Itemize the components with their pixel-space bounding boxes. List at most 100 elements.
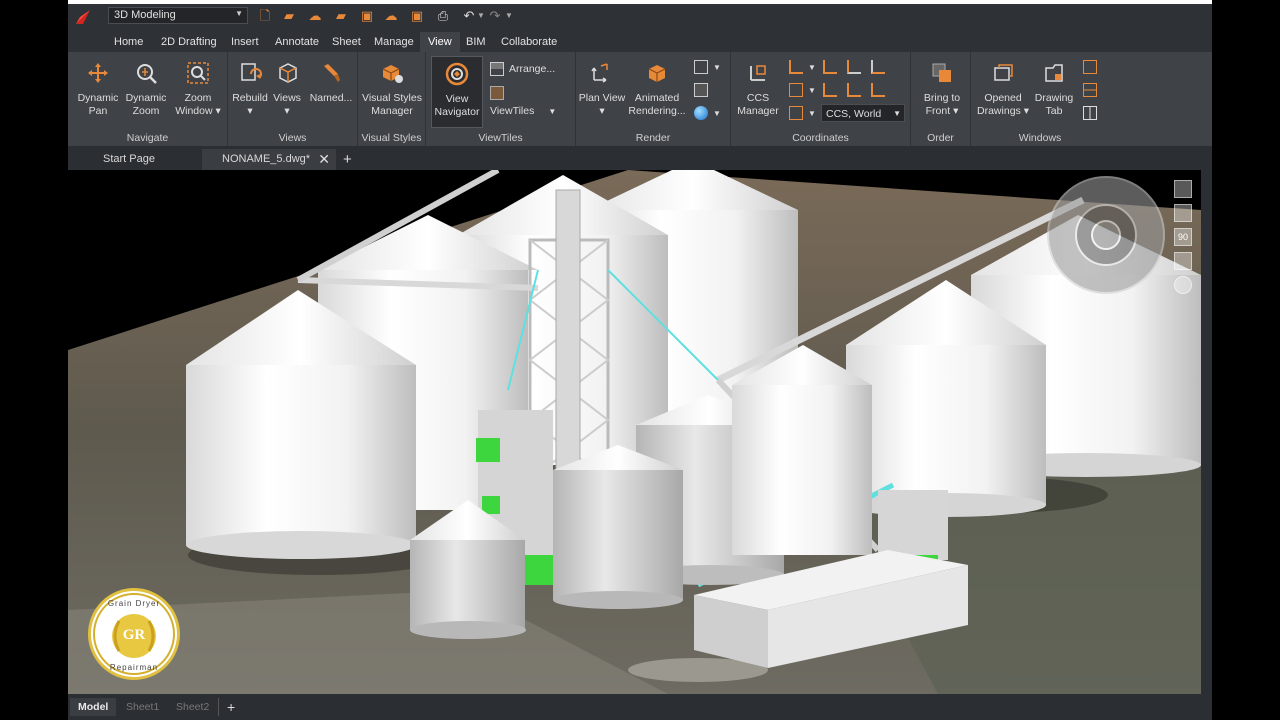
tab-collaborate[interactable]: Collaborate: [493, 32, 565, 52]
close-icon[interactable]: ✕: [318, 149, 330, 170]
dynamic-pan-button[interactable]: Dynamic Pan: [76, 60, 120, 118]
views-button[interactable]: Views ▾: [270, 60, 304, 118]
view-navigator-button[interactable]: View Navigator: [431, 56, 483, 128]
chevron-down-icon: ▼: [713, 109, 721, 118]
drawing-tab-noname5[interactable]: NONAME_5.dwg* ✕: [202, 149, 336, 170]
tab-sheet[interactable]: Sheet: [324, 32, 369, 52]
sun-properties-button[interactable]: ▼: [694, 104, 721, 122]
ccs-y-button[interactable]: [847, 58, 866, 76]
navigation-wheel[interactable]: [1047, 176, 1165, 294]
opened-drawings-icon: [994, 64, 1013, 81]
rebuild-button[interactable]: Rebuild ▾: [232, 60, 268, 118]
chevron-down-icon: ▼: [893, 109, 901, 118]
ucs-z-icon: [871, 60, 885, 75]
tab-view[interactable]: View: [420, 32, 460, 52]
tab-annotate[interactable]: Annotate: [267, 32, 327, 52]
ccs-origin-button[interactable]: ▼: [789, 58, 816, 76]
opened-drawings-button[interactable]: Opened Drawings ▾: [977, 60, 1029, 118]
render-options-button[interactable]: ▼: [694, 58, 721, 76]
drawing-viewport[interactable]: 90 Grain Dryer GR Repairman: [68, 170, 1201, 694]
start-page-tab[interactable]: Start Page: [83, 149, 201, 170]
viewtiles-label: ViewTiles: [490, 105, 535, 117]
views-panel-title: Views: [278, 132, 307, 144]
visual-styles-panel-title: Visual Styles: [361, 132, 422, 144]
cascade-icon: [1083, 60, 1097, 75]
zoom-window-button[interactable]: Zoom Window ▾: [172, 60, 224, 118]
cube-render-icon: [694, 60, 708, 75]
ccs-previous-button[interactable]: ▼: [789, 104, 816, 122]
windows-panel-title: Windows: [1018, 132, 1062, 144]
ccs-manager-button[interactable]: CCS Manager: [735, 60, 781, 118]
tab-model[interactable]: Model: [70, 698, 117, 716]
vertical-scrollbar[interactable]: [1201, 170, 1212, 694]
tile-vertical-button[interactable]: [1083, 104, 1102, 122]
globe-icon: [694, 106, 708, 121]
ccs-face-button[interactable]: [847, 81, 866, 99]
ucs-object-icon: [871, 83, 885, 98]
tab-2d-drafting[interactable]: 2D Drafting: [153, 32, 225, 52]
tab-sheet1[interactable]: Sheet1: [118, 698, 167, 716]
save-as-icon[interactable]: ▣: [408, 7, 426, 25]
ucs-3point-icon: [823, 83, 837, 98]
views-label: Views: [273, 92, 301, 104]
watermark-bottom-text: Repairman: [109, 663, 159, 672]
chevron-down-icon: ▼: [808, 109, 816, 118]
animated-rendering-button[interactable]: Animated Rendering...: [628, 60, 686, 118]
add-layout-icon[interactable]: +: [218, 698, 243, 716]
dynamic-zoom-label: Dynamic Zoom: [125, 92, 167, 117]
view-navigator-icon: [445, 62, 469, 86]
plan-view-button[interactable]: Plan View ▾: [578, 60, 626, 118]
view-cube-face-icon[interactable]: [1174, 204, 1192, 222]
materials-button[interactable]: [694, 81, 713, 99]
visual-styles-icon: [382, 65, 403, 83]
visual-styles-manager-button[interactable]: Visual Styles Manager: [360, 60, 424, 118]
tab-insert[interactable]: Insert: [223, 32, 267, 52]
watermark-top-text: Grain Dryer: [107, 599, 161, 608]
ccs-z-button[interactable]: [871, 58, 890, 76]
zoom-icon: [137, 64, 157, 84]
print-icon[interactable]: ⎙: [434, 7, 452, 25]
tab-bim[interactable]: BIM: [458, 32, 494, 52]
open-folder-icon[interactable]: ▰: [280, 7, 298, 25]
drawing-tab-button[interactable]: Drawing Tab: [1031, 60, 1077, 118]
bring-to-front-icon: [932, 63, 951, 82]
orbit-icon[interactable]: [1174, 252, 1192, 270]
ccs-3point-button[interactable]: [823, 81, 842, 99]
named-views-button[interactable]: Named...: [306, 60, 356, 105]
view-cube-top-icon[interactable]: [1174, 180, 1192, 198]
drawing-tab-title: NONAME_5.dwg*: [222, 153, 311, 165]
view-angle-indicator[interactable]: 90: [1174, 228, 1192, 246]
cloud-upload-icon[interactable]: ☁: [382, 7, 400, 25]
bring-to-front-button[interactable]: Bring to Front ▾: [915, 60, 969, 118]
tab-home[interactable]: Home: [106, 32, 151, 52]
plan-view-label: Plan View: [578, 92, 626, 104]
ccs-world-value: CCS, World: [826, 108, 882, 120]
drawing-tab-icon: [1045, 64, 1063, 82]
redo-dropdown-icon[interactable]: ▼: [500, 7, 518, 25]
chevron-down-icon: ▾: [950, 105, 959, 117]
save-icon[interactable]: ▣: [358, 7, 376, 25]
workspace-select[interactable]: 3D Modeling ▼: [108, 7, 248, 24]
tab-manage[interactable]: Manage: [366, 32, 422, 52]
new-file-icon[interactable]: 🗋: [256, 7, 274, 25]
settings-gear-icon[interactable]: [1174, 276, 1192, 294]
viewtiles-panel: View Navigator Arrange... ViewTiles ▼ Vie…: [426, 52, 576, 146]
add-tab-icon[interactable]: +: [338, 149, 360, 170]
ccs-x-button[interactable]: [823, 58, 842, 76]
ccs-manager-label: CCS Manager: [737, 92, 779, 117]
ccs-view-button[interactable]: ▼: [789, 81, 816, 99]
arrange-button[interactable]: Arrange...: [490, 60, 555, 78]
opened-drawings-label: Opened Drawings: [977, 92, 1022, 117]
dynamic-zoom-button[interactable]: Dynamic Zoom: [124, 60, 168, 118]
cloud-download-icon[interactable]: ☁: [306, 7, 324, 25]
tab-sheet2[interactable]: Sheet2: [168, 698, 217, 716]
open-recent-icon[interactable]: ▰: [332, 7, 350, 25]
render-panel-title: Render: [635, 132, 671, 144]
cascade-button[interactable]: [1083, 58, 1102, 76]
app-logo-icon[interactable]: [74, 8, 92, 26]
tile-horizontal-button[interactable]: [1083, 81, 1102, 99]
viewtiles-button[interactable]: ViewTiles ▼: [490, 84, 575, 117]
coordinates-panel: CCS Manager ▼ ▼ ▼ CCS, World ▼ Coordinate…: [731, 52, 911, 146]
ccs-object-button[interactable]: [871, 81, 890, 99]
ccs-world-select[interactable]: CCS, World ▼: [821, 104, 905, 122]
